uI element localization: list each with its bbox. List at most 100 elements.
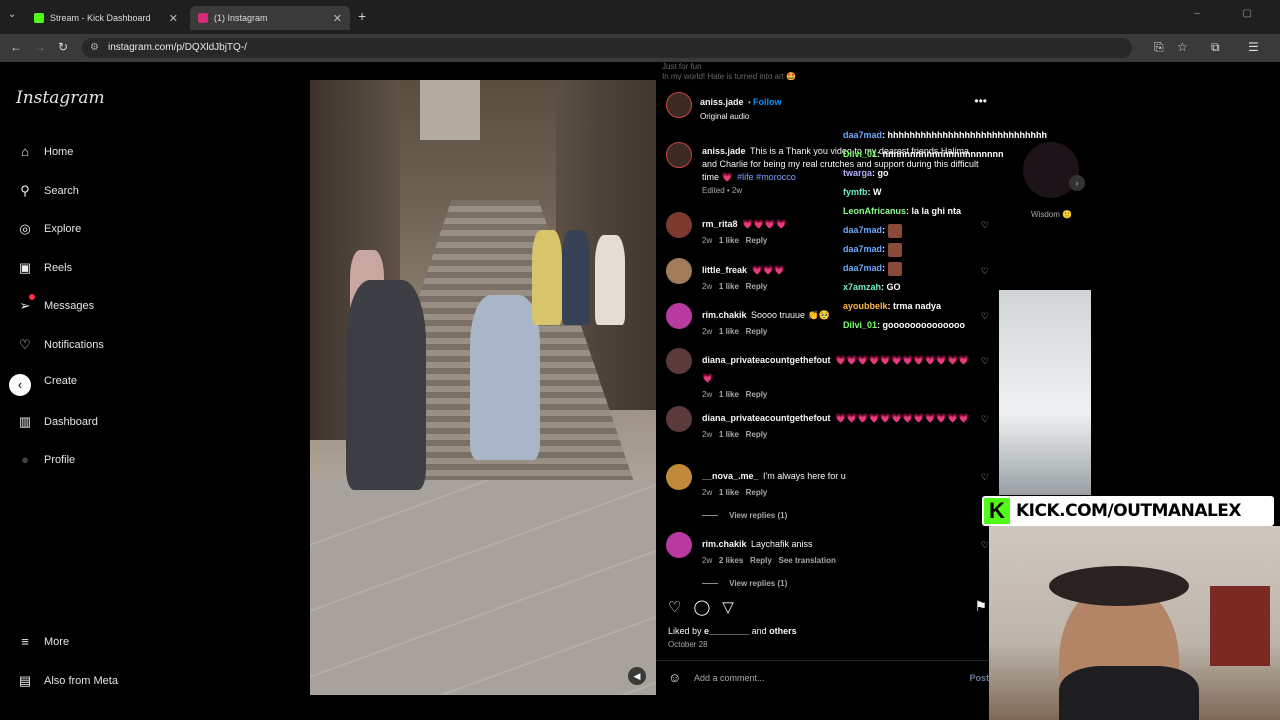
avatar[interactable] [666, 258, 692, 284]
sidebar-item-explore[interactable]: ◎ Explore [16, 221, 81, 237]
comment-likes[interactable]: 1 like [719, 236, 739, 245]
back-icon[interactable]: ← [10, 40, 22, 54]
reply-button[interactable]: Reply [746, 488, 768, 497]
likes-others[interactable]: others [769, 626, 797, 636]
reply-button[interactable]: Reply [746, 327, 768, 336]
stream-chat-message: daa7mad: hhhhhhhhhhhhhhhhhhhhhhhhhhhhh [843, 128, 1073, 147]
like-icon[interactable]: ♡ [668, 599, 693, 616]
see-translation-button[interactable]: See translation [779, 556, 836, 565]
comment: diana_privateacountgethefout 💗💗💗💗💗💗💗💗💗💗💗… [702, 350, 972, 399]
close-tab-icon[interactable]: ✕ [333, 12, 342, 25]
add-comment-input[interactable]: Add a comment... [694, 673, 765, 683]
caption-author[interactable]: aniss.jade [702, 146, 746, 156]
sound-toggle-icon[interactable]: ◀ [628, 667, 646, 685]
audio-link[interactable]: Original audio [700, 112, 782, 121]
reply-button[interactable]: Reply [746, 390, 768, 399]
sidebar-item-reels[interactable]: ▣ Reels [16, 260, 72, 276]
forward-icon[interactable]: → [34, 40, 46, 54]
avatar[interactable] [666, 212, 692, 238]
author-name[interactable]: aniss.jade [700, 97, 744, 107]
stream-chat-message: Dilvi_01: nnnnnnnnnnnnnnnnnnnnnn [843, 147, 1073, 166]
reply-button[interactable]: Reply [750, 556, 772, 565]
url-field[interactable]: ⚙ instagram.com/p/DQXldJbjTQ-/ [82, 38, 1132, 58]
reading-list-icon[interactable]: ☰ [1248, 40, 1259, 54]
post-video[interactable]: ◀ [310, 80, 656, 695]
follow-button[interactable]: Follow [753, 97, 782, 107]
reply-button[interactable]: Reply [746, 236, 768, 245]
comment-author[interactable]: rm_rita8 [702, 219, 738, 229]
new-tab-icon[interactable]: + [358, 8, 366, 24]
comment-age: 2w [702, 390, 713, 399]
chat-username: LeonAfricanus [843, 206, 907, 216]
comment-like-icon[interactable]: ♡ [981, 472, 989, 483]
post-date: October 28 [668, 640, 708, 649]
comment-like-icon[interactable]: ♡ [981, 540, 989, 551]
post-comment-button[interactable]: Post [969, 673, 989, 683]
avatar[interactable] [666, 406, 692, 432]
avatar[interactable] [666, 532, 692, 558]
url-text: instagram.com/p/DQXldJbjTQ-/ [108, 42, 247, 53]
sidebar-item-search[interactable]: ⚲ Search [16, 183, 79, 199]
comment-author[interactable]: rim.chakik [702, 310, 747, 320]
sidebar-item-more[interactable]: ≡ More [16, 634, 69, 649]
view-replies-button[interactable]: —— View replies (1) [702, 511, 972, 520]
sidebar-item-dashboard[interactable]: ▥ Dashboard [16, 414, 98, 430]
comment-likes[interactable]: 1 like [719, 327, 739, 336]
comment-author[interactable]: diana_privateacountgethefout [702, 413, 831, 423]
avatar[interactable] [666, 92, 692, 118]
sidebar-item-profile[interactable]: ● Profile [16, 452, 75, 467]
sidebar-item-also-from-meta[interactable]: ▤ Also from Meta [16, 673, 118, 689]
comment-like-icon[interactable]: ♡ [981, 414, 989, 425]
tab-instagram[interactable]: (1) Instagram ✕ [190, 6, 350, 30]
sidebar-item-notifications[interactable]: ♡ Notifications [16, 337, 104, 353]
avatar[interactable] [666, 142, 692, 168]
browser-tab-strip: ⌄ Stream - Kick Dashboard ✕ (1) Instagra… [0, 0, 1280, 34]
comment-likes[interactable]: 1 like [719, 430, 739, 439]
comment-author[interactable]: little_freak [702, 265, 747, 275]
avatar[interactable] [666, 348, 692, 374]
share-icon[interactable]: ▽ [722, 599, 746, 616]
sidebar-item-messages[interactable]: ➢ Messages [16, 298, 95, 314]
view-replies-button[interactable]: —— View replies (1) [702, 579, 972, 588]
comment-author[interactable]: __nova_.me_ [702, 471, 759, 481]
comment-age: 2w [702, 430, 713, 439]
comment-author[interactable]: diana_privateacountgethefout [702, 355, 831, 365]
create-icon[interactable]: ‹ [9, 374, 31, 396]
save-icon[interactable]: ⚑ [974, 598, 987, 615]
chat-username: fymfb [843, 187, 868, 197]
sidebar-item-home[interactable]: ⌂ Home [16, 144, 73, 159]
comment-like-icon[interactable]: ♡ [981, 356, 989, 367]
window-controls[interactable]: – ▢ [1194, 8, 1272, 19]
comment-likes[interactable]: 2 likes [719, 556, 743, 565]
sidebar-item-label: Messages [44, 300, 95, 312]
bookmark-star-icon[interactable]: ☆ [1177, 40, 1188, 54]
tab-kick-dashboard[interactable]: Stream - Kick Dashboard ✕ [26, 6, 186, 30]
comment-icon[interactable]: ◯ [693, 599, 722, 616]
comment-likes[interactable]: 1 like [719, 488, 739, 497]
more-options-icon[interactable]: ••• [974, 94, 987, 108]
instagram-logo[interactable]: Instagram [16, 88, 105, 108]
liker-name[interactable]: e________ [704, 626, 749, 636]
home-icon: ⌂ [21, 144, 29, 159]
sidebar-item-label: Dashboard [44, 416, 98, 428]
sidebar-item-create[interactable]: Create [44, 375, 77, 387]
tab-search-chevron-icon[interactable]: ⌄ [8, 9, 16, 20]
person [470, 295, 540, 460]
site-info-icon[interactable]: ⚙ [90, 38, 99, 58]
divider [656, 660, 999, 661]
comment-likes[interactable]: 1 like [719, 390, 739, 399]
caption-tags[interactable]: #life #morocco [737, 172, 796, 182]
comment-author[interactable]: rim.chakik [702, 539, 747, 549]
emoji-icon[interactable]: ☺ [668, 670, 681, 685]
avatar[interactable] [666, 303, 692, 329]
avatar[interactable] [666, 464, 692, 490]
install-app-icon[interactable]: ⎘ [1154, 40, 1164, 55]
chat-username: Dilvi_01 [843, 320, 878, 330]
reply-button[interactable]: Reply [746, 430, 768, 439]
reload-icon[interactable]: ↻ [58, 40, 68, 54]
comment-likes[interactable]: 1 like [719, 282, 739, 291]
messages-icon: ➢ [19, 298, 31, 313]
extensions-icon[interactable]: ⧉ [1211, 40, 1220, 55]
reply-button[interactable]: Reply [746, 282, 768, 291]
close-tab-icon[interactable]: ✕ [169, 12, 178, 25]
